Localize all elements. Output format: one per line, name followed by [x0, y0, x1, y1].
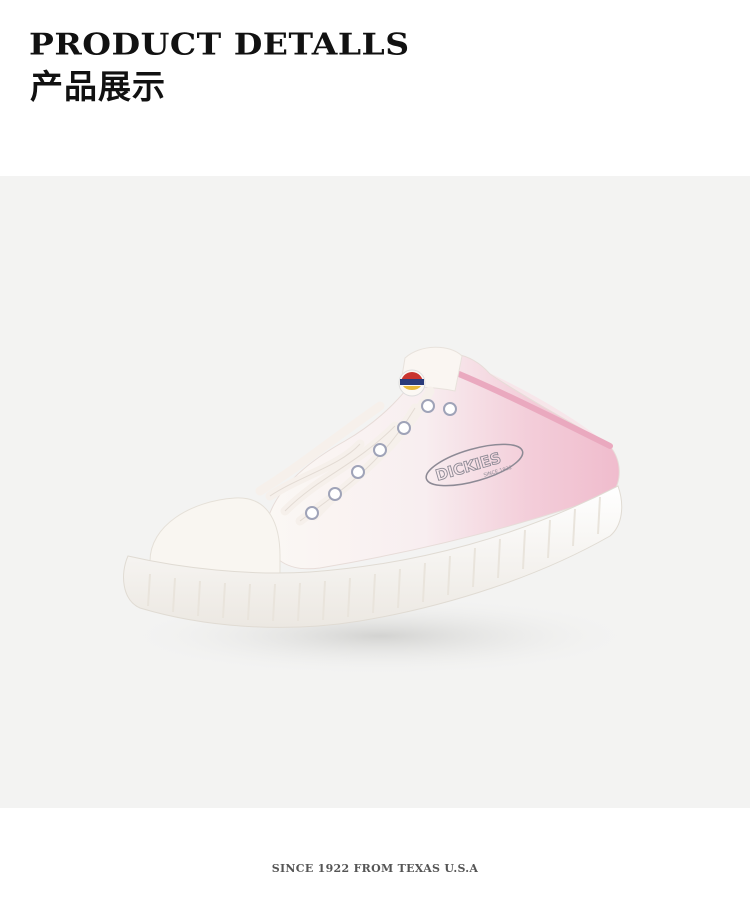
header: PRODUCT DETALLS 产品展示: [0, 0, 750, 176]
brand-tagline: SINCE 1922 FROM TEXAS U.S.A: [271, 862, 479, 875]
product-photo-area: DICKIES SINCE 1922: [0, 176, 750, 808]
section-title-chinese: 产品展示: [30, 67, 166, 106]
section-title-english: PRODUCT DETALLS: [29, 26, 410, 62]
footer: SINCE 1922 FROM TEXAS U.S.A: [0, 808, 750, 923]
tongue-logo-icon: [398, 369, 426, 397]
sneaker-mule-image: DICKIES SINCE 1922: [120, 346, 640, 676]
